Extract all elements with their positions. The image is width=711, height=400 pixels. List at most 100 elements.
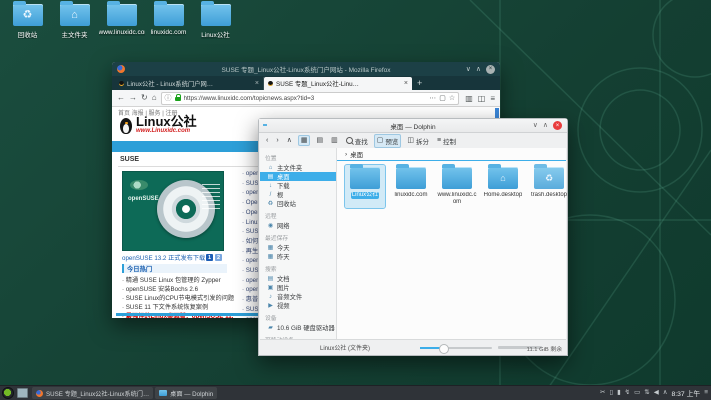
dolphin-titlebar[interactable]: 桌面 — Dolphin ∨ ∧ × — [259, 119, 567, 133]
site-logo-title: Linux公社 — [136, 116, 197, 128]
minimize-icon[interactable]: ∨ — [466, 66, 471, 73]
back-icon[interactable]: ← — [117, 94, 125, 102]
clipboard-icon[interactable]: ▯ — [610, 390, 614, 397]
folder-icon: ♻ — [534, 167, 564, 189]
site-logo[interactable]: Linux公社 www.Linuxidc.com — [120, 116, 197, 134]
file-www-linuxidc[interactable]: www.linuxidc.com — [437, 165, 477, 208]
back-button[interactable]: ‹ — [264, 136, 270, 145]
place-videos[interactable]: ▶视频 — [260, 301, 336, 310]
place-downloads[interactable]: ↓下载 — [260, 181, 336, 190]
hot-link[interactable]: · 精通 SUSE Linux 包管理的 Zypper — [122, 276, 240, 285]
site-info-icon[interactable]: ⓘ — [165, 93, 172, 103]
desktop-icon-linux-gongshe[interactable]: Linux公社 — [192, 4, 239, 39]
place-network[interactable]: ◉网络 — [260, 221, 336, 230]
place-harddrive[interactable]: ▰10.6 GiB 硬盘驱动器 — [260, 323, 336, 332]
close-icon[interactable]: × — [553, 121, 562, 130]
bookmark-star-icon[interactable]: ☆ — [449, 94, 455, 102]
zoom-slider[interactable] — [420, 347, 492, 349]
network-icon[interactable]: ⇅ — [644, 390, 649, 397]
firefox-titlebar[interactable]: SUSE 专题_Linux公社-Linux系统门户网站 - Mozilla Fi… — [112, 62, 500, 76]
folder-icon: ♻ — [13, 4, 43, 26]
volume-icon[interactable]: ◀ — [654, 390, 659, 397]
tab-linux-gongshe[interactable]: Linux公社 - Linux系统门户网… × — [115, 77, 264, 90]
page-actions-icon[interactable]: ⋯ — [429, 94, 436, 102]
up-button[interactable]: ∧ — [285, 136, 294, 145]
place-audio[interactable]: ♪音频文件 — [260, 292, 336, 301]
place-images[interactable]: ▣图片 — [260, 283, 336, 292]
split-button[interactable]: ◫拆分 — [405, 135, 431, 147]
hot-link[interactable]: · SUSE Linux的CPU节电模式引发的问题 — [122, 294, 240, 303]
menu-icon[interactable]: ≡ — [490, 94, 495, 103]
desktop-icon-home[interactable]: ⌂ 主文件夹 — [51, 4, 98, 39]
pager-2[interactable]: 2 — [215, 254, 222, 261]
file-trash-desktop[interactable]: ♻ trash.desktop — [529, 165, 569, 208]
home-icon[interactable]: ⌂ — [152, 94, 157, 102]
tab-close-icon[interactable]: × — [404, 80, 408, 87]
banner-brand: openSUSE — [128, 196, 159, 202]
display-icon[interactable]: ▭ — [634, 390, 640, 397]
pager-widget[interactable] — [17, 388, 28, 398]
folder-icon — [159, 390, 167, 396]
taskbar-entry-dolphin[interactable]: 桌面 — Dolphin — [155, 387, 217, 399]
battery-icon[interactable]: ▮ — [617, 390, 621, 397]
banner-pagination: 1 2 — [206, 254, 222, 261]
hot-link[interactable]: · SUSE 11 下文件系统恢复案例 — [122, 303, 240, 312]
slider-knob[interactable] — [439, 344, 449, 354]
tab-close-icon[interactable]: × — [255, 80, 259, 87]
place-home[interactable]: ⌂主文件夹 — [260, 163, 336, 172]
peek-desktop-icon[interactable]: ≡ — [704, 390, 708, 397]
dolphin-toolbar: ‹ › ∧ ▦ ▤ ▥ 查找 ▢预览 ◫拆分 ≡控制 — [259, 133, 567, 148]
url-bar[interactable]: ⓘ https://www.linuxidc.com/topicnews.asp… — [161, 92, 460, 105]
control-button[interactable]: ≡控制 — [435, 135, 458, 147]
close-icon[interactable]: × — [486, 65, 495, 74]
reload-icon[interactable]: ↻ — [141, 94, 148, 102]
maximize-icon[interactable]: ∧ — [476, 66, 481, 73]
url-text[interactable]: https://www.linuxidc.com/topicnews.aspx?… — [184, 95, 427, 102]
firefox-icon — [36, 390, 43, 397]
maximize-icon[interactable]: ∧ — [543, 122, 548, 129]
forward-icon[interactable]: → — [129, 94, 137, 102]
clock[interactable]: 8:37 上午 — [671, 388, 700, 398]
banner-caption[interactable]: openSUSE 13.2 正式发布下载 1 2 — [122, 253, 222, 262]
file-linux-gongshe[interactable]: Linux公社 — [345, 165, 385, 208]
opensuse-banner-image[interactable]: openSUSE — [122, 171, 224, 251]
desktop-icon-linuxidc[interactable]: linuxidc.com — [145, 4, 192, 39]
app-launcher-icon[interactable] — [2, 387, 14, 399]
desktop-icon-trash[interactable]: ♻ 回收站 — [4, 4, 51, 39]
minimize-icon[interactable]: ∨ — [533, 122, 538, 129]
breadcrumb[interactable]: › 桌面 — [337, 148, 566, 161]
pocket-icon[interactable]: ▢ — [439, 94, 446, 102]
section-title: SUSE — [120, 156, 139, 163]
file-linuxidc[interactable]: linuxidc.com — [391, 165, 431, 208]
tray-expander-icon[interactable]: ∧ — [663, 390, 668, 397]
details-view-button[interactable]: ▥ — [329, 136, 340, 145]
preview-button[interactable]: ▢预览 — [374, 134, 402, 148]
breadcrumb-folder[interactable]: 桌面 — [350, 149, 363, 159]
new-tab-button[interactable]: + — [417, 77, 422, 90]
place-today[interactable]: ▦今天 — [260, 243, 336, 252]
power-icon[interactable]: ↯ — [625, 390, 630, 397]
forward-button[interactable]: › — [274, 136, 280, 145]
lock-icon — [175, 97, 181, 101]
sidebar-toggle-icon[interactable]: ◫ — [478, 94, 486, 103]
pager-1[interactable]: 1 — [206, 254, 213, 261]
place-documents[interactable]: ▤文档 — [260, 274, 336, 283]
banner-caption-text[interactable]: openSUSE 13.2 正式发布下载 — [122, 253, 205, 262]
drive-icon: ▰ — [267, 324, 274, 331]
hot-link[interactable]: · openSUSE 安装Bochs 2.6 — [122, 285, 240, 294]
task-label: SUSE 专题_Linux公社-Linux系统门… — [46, 389, 149, 398]
icons-view-button[interactable]: ▦ — [298, 135, 311, 146]
folder-icon: ⌂ — [60, 4, 90, 26]
place-trash[interactable]: ♻回收站 — [260, 199, 336, 208]
file-home-desktop[interactable]: ⌂ Home.desktop — [483, 165, 523, 208]
taskbar-entry-firefox[interactable]: SUSE 专题_Linux公社-Linux系统门… — [32, 387, 153, 399]
klipper-icon[interactable]: ✂ — [600, 390, 605, 397]
library-icon[interactable]: ▥ — [465, 94, 473, 103]
place-yesterday[interactable]: ▦昨天 — [260, 252, 336, 261]
tab-suse-topic[interactable]: SUSE 专题_Linux公社-Linu… × — [264, 77, 412, 90]
place-desktop[interactable]: ▤桌面 — [260, 172, 336, 181]
place-root[interactable]: /根 — [260, 190, 336, 199]
desktop-icon-www-linuxidc[interactable]: www.linuxidc.com — [98, 4, 145, 39]
find-button[interactable]: 查找 — [344, 135, 370, 147]
compact-view-button[interactable]: ▤ — [314, 136, 325, 145]
